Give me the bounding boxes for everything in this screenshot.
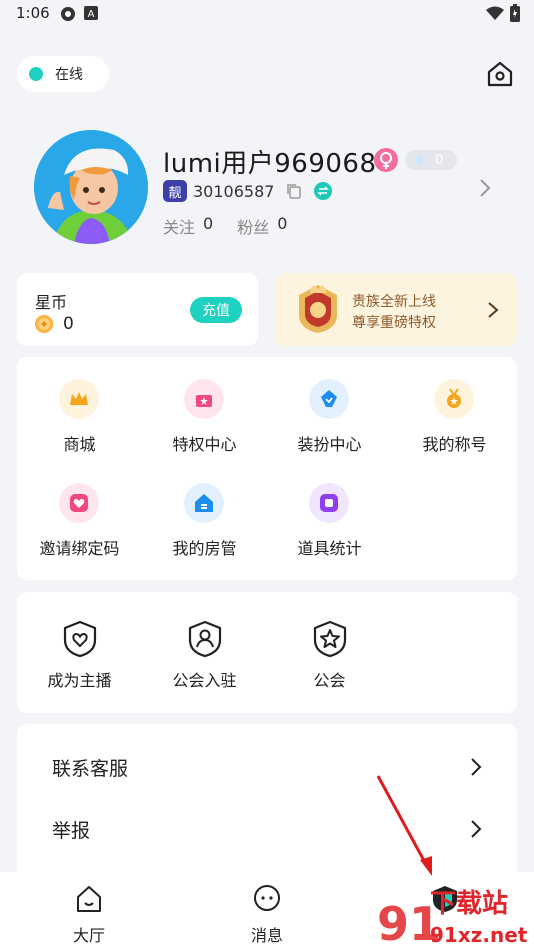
nav-label: 大厅 [72, 926, 105, 945]
chat-bubble-icon [254, 885, 280, 911]
medal-icon [434, 379, 474, 419]
chevron-right-icon [471, 758, 482, 776]
shirt-icon [309, 379, 349, 419]
home-smile-icon [77, 886, 101, 912]
female-gender-icon [374, 148, 398, 172]
nav-messages[interactable]: 消息 [227, 882, 307, 946]
chevron-right-icon[interactable] [478, 178, 492, 198]
menu-item-privilege[interactable]: 特权中心 [142, 357, 267, 457]
watermark-url: 91xz.net [430, 923, 528, 947]
menu-item-item-stats[interactable]: 道具统计 [267, 461, 392, 561]
menu-label: 特权中心 [172, 435, 237, 454]
guild-section: 成为主播 公会入驻 公会 [17, 592, 517, 713]
status-bar: 1:06 A [0, 0, 534, 30]
person-shield-icon [188, 620, 222, 658]
menu-label: 我的称号 [422, 435, 487, 454]
user-id: 30106587 [193, 181, 275, 201]
noble-title: 贵族全新上线 [352, 294, 436, 310]
noble-emblem-icon [299, 285, 337, 333]
house-icon [184, 483, 224, 523]
become-streamer-button[interactable]: 成为主播 [17, 592, 142, 713]
fans-label[interactable]: 粉丝 [237, 214, 269, 238]
menu-label: 我的房管 [172, 539, 237, 558]
menu-item-dressup[interactable]: 装扮中心 [267, 357, 392, 457]
wifi-icon [486, 6, 504, 20]
menu-label: 邀请绑定码 [39, 539, 120, 558]
online-status-toggle[interactable]: 在线 [17, 56, 109, 92]
guild-label: 公会 [313, 671, 346, 690]
box-icon [309, 483, 349, 523]
watermark-title: 下载站 [430, 889, 508, 919]
star-shield-icon [313, 620, 347, 658]
status-time: 1:06 [16, 4, 50, 22]
annotation-arrow-icon [376, 775, 432, 876]
fans-count[interactable]: 0 [277, 214, 287, 238]
guild-button[interactable]: 公会 [267, 592, 392, 713]
coin-icon [35, 315, 53, 333]
coin-title: 星币 [35, 293, 68, 312]
menu-label: 商城 [63, 435, 96, 454]
diamond-icon [414, 154, 426, 166]
home-icon [487, 61, 513, 87]
menu-item-title[interactable]: 我的称号 [392, 357, 517, 457]
star-coin-card[interactable]: 星币 0 充值 [17, 273, 258, 346]
menu-item-invite-code[interactable]: 邀请绑定码 [17, 461, 142, 561]
copy-icon[interactable] [286, 183, 302, 199]
user-id-row: 靓 30106587 [163, 180, 333, 202]
settings-list: 联系客服 举报 [17, 724, 517, 884]
crown-icon [59, 379, 99, 419]
menu-item-shop[interactable]: 商城 [17, 357, 142, 457]
svg-text:A: A [88, 9, 95, 20]
status-icons-left: A [60, 6, 98, 22]
online-dot [29, 67, 43, 81]
chevron-right-icon [488, 302, 499, 318]
menu-label: 装扮中心 [297, 435, 362, 454]
nav-hall[interactable]: 大厅 [49, 882, 129, 946]
watermark-logo: 91 下载站 91xz.net [377, 889, 528, 950]
noble-subtitle: 尊享重磅特权 [352, 315, 436, 331]
switch-icon[interactable] [314, 182, 333, 200]
username: lumi用户969068 [163, 149, 377, 179]
recharge-button[interactable]: 充值 [190, 297, 242, 323]
follow-stats: 关注 0 粉丝 0 [163, 214, 303, 238]
coin-balance: 0 [35, 314, 74, 334]
heart-icon [59, 483, 99, 523]
online-status-label: 在线 [55, 67, 83, 83]
pretty-id-tag: 靓 [163, 180, 187, 202]
a-notification-icon: A [84, 6, 98, 20]
menu-item-room-admin[interactable]: 我的房管 [142, 461, 267, 561]
avatar[interactable] [34, 130, 148, 244]
guild-join-label: 公会入驻 [172, 671, 237, 690]
battery-icon [510, 4, 520, 22]
list-label: 联系客服 [52, 757, 129, 780]
app-notification-icon [61, 7, 75, 21]
avatar-illustration [34, 130, 148, 244]
coin-value: 0 [63, 314, 74, 334]
streamer-label: 成为主播 [47, 671, 112, 690]
home-button[interactable] [484, 58, 516, 90]
feature-menu: 商城 特权中心 装扮中心 我的称号 邀请绑定码 我的房管 道具统计 [17, 357, 517, 580]
follow-label[interactable]: 关注 [163, 214, 195, 238]
status-icons-right [486, 4, 520, 22]
follow-count[interactable]: 0 [203, 214, 213, 238]
list-label: 举报 [52, 819, 91, 842]
nav-label: 消息 [250, 926, 283, 945]
diamond-count: 0 [435, 152, 444, 168]
gift-icon [184, 379, 224, 419]
chevron-right-icon [471, 820, 482, 838]
heart-shield-icon [63, 620, 97, 658]
guild-join-button[interactable]: 公会入驻 [142, 592, 267, 713]
diamond-level-badge: 0 [405, 150, 457, 170]
menu-label: 道具统计 [297, 539, 362, 558]
noble-banner[interactable]: 贵族全新上线 尊享重磅特权 [275, 273, 517, 346]
